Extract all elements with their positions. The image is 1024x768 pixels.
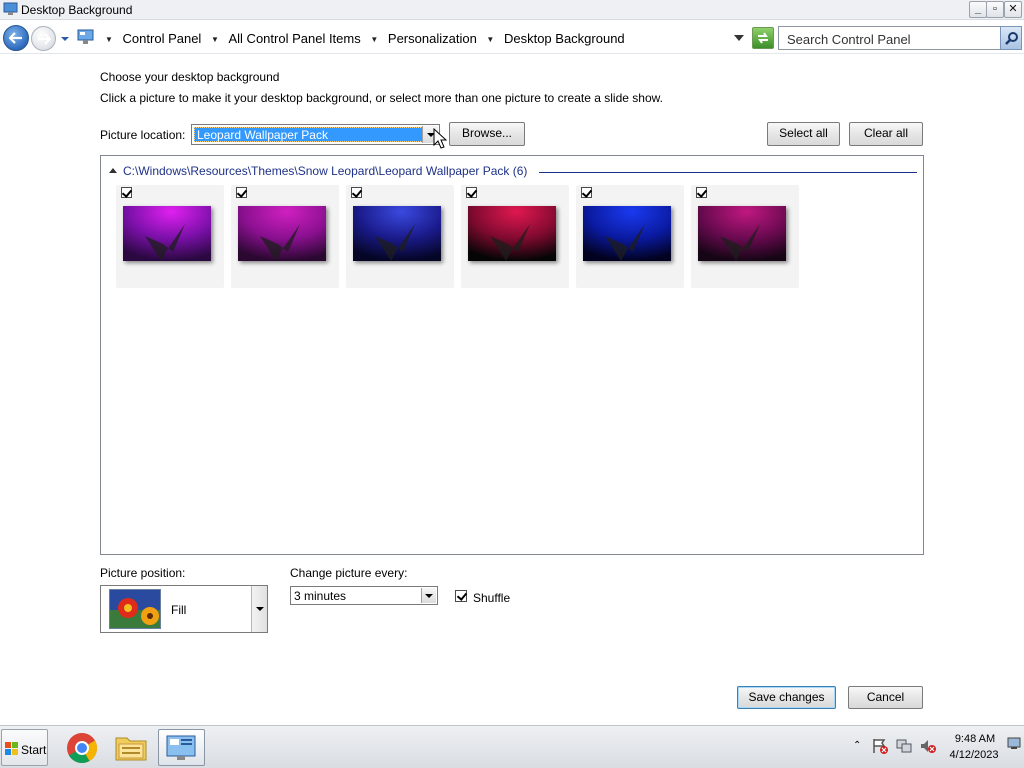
wallpaper-image[interactable] bbox=[583, 206, 671, 261]
forward-button[interactable] bbox=[31, 26, 56, 51]
taskbar-explorer[interactable] bbox=[109, 729, 153, 766]
group-path-label: C:\Windows\Resources\Themes\Snow Leopard… bbox=[123, 164, 534, 178]
chevron-down-icon[interactable] bbox=[251, 586, 267, 632]
taskbar-control-panel[interactable] bbox=[158, 729, 205, 766]
breadcrumb-separator-icon[interactable]: ▼ bbox=[105, 35, 113, 44]
wallpaper-image[interactable] bbox=[468, 206, 556, 261]
wallpaper-image[interactable] bbox=[353, 206, 441, 261]
select-all-button[interactable]: Select all bbox=[767, 122, 840, 146]
search-button[interactable] bbox=[1000, 26, 1022, 50]
recent-pages-dropdown-icon[interactable] bbox=[59, 33, 71, 45]
clear-all-button[interactable]: Clear all bbox=[849, 122, 923, 146]
picture-position-value: Fill bbox=[171, 603, 187, 617]
page-instructions: Click a picture to make it your desktop … bbox=[100, 91, 663, 105]
group-divider bbox=[539, 172, 917, 173]
show-desktop-icon[interactable] bbox=[1007, 736, 1021, 750]
wallpaper-gallery[interactable]: C:\Windows\Resources\Themes\Snow Leopard… bbox=[100, 155, 924, 555]
breadcrumb-all-items[interactable]: All Control Panel Items bbox=[229, 31, 361, 46]
window-title: Desktop Background bbox=[21, 3, 133, 17]
breadcrumb-separator-icon[interactable]: ▼ bbox=[370, 35, 378, 44]
wallpaper-checkbox[interactable] bbox=[696, 187, 707, 198]
wallpaper-thumbnail[interactable] bbox=[691, 185, 799, 288]
search-input[interactable]: Search Control Panel bbox=[778, 26, 1022, 50]
start-button[interactable]: Start bbox=[1, 729, 48, 766]
mouse-cursor-icon bbox=[433, 128, 447, 149]
wallpaper-image[interactable] bbox=[238, 206, 326, 261]
search-placeholder: Search Control Panel bbox=[787, 32, 911, 47]
back-button[interactable] bbox=[3, 25, 29, 51]
change-picture-every-value: 3 minutes bbox=[294, 589, 347, 603]
taskbar-chrome[interactable] bbox=[60, 729, 104, 766]
wallpaper-checkbox[interactable] bbox=[466, 187, 477, 198]
breadcrumb: ▼ Control Panel ▼ All Control Panel Item… bbox=[99, 31, 625, 46]
wallpaper-image[interactable] bbox=[698, 206, 786, 261]
wallpaper-thumbnail[interactable] bbox=[116, 185, 224, 288]
control-panel-app-icon bbox=[3, 2, 18, 15]
windows-logo-icon bbox=[5, 742, 18, 755]
clock-time[interactable]: 9:48 AM bbox=[950, 733, 1000, 745]
minimize-button[interactable]: _ bbox=[969, 1, 987, 18]
address-bar[interactable]: ▼ Control Panel ▼ All Control Panel Item… bbox=[72, 25, 750, 50]
chevron-down-icon[interactable] bbox=[421, 588, 436, 603]
breadcrumb-personalization[interactable]: Personalization bbox=[388, 31, 477, 46]
picture-position-dropdown[interactable]: Fill bbox=[100, 585, 268, 633]
network-icon[interactable] bbox=[896, 737, 914, 755]
wallpaper-thumbnail[interactable] bbox=[346, 185, 454, 288]
wallpaper-thumbnail[interactable] bbox=[231, 185, 339, 288]
wallpaper-thumbnail[interactable] bbox=[576, 185, 684, 288]
cancel-button[interactable]: Cancel bbox=[848, 686, 923, 709]
clock-date[interactable]: 4/12/2023 bbox=[945, 749, 1003, 761]
picture-position-label: Picture position: bbox=[100, 566, 186, 580]
save-changes-button[interactable]: Save changes bbox=[737, 686, 836, 709]
breadcrumb-control-panel[interactable]: Control Panel bbox=[123, 31, 202, 46]
action-center-flag-icon[interactable] bbox=[871, 737, 889, 755]
wallpaper-checkbox[interactable] bbox=[581, 187, 592, 198]
shuffle-label[interactable]: Shuffle bbox=[473, 591, 510, 605]
volume-muted-icon[interactable] bbox=[919, 737, 937, 755]
control-panel-icon bbox=[77, 29, 94, 44]
forward-arrow-icon bbox=[38, 33, 51, 45]
picture-location-dropdown[interactable]: Leopard Wallpaper Pack bbox=[191, 124, 440, 145]
wallpaper-checkbox[interactable] bbox=[351, 187, 362, 198]
picture-location-label: Picture location: bbox=[100, 128, 186, 142]
back-arrow-icon bbox=[9, 32, 22, 44]
group-header[interactable]: C:\Windows\Resources\Themes\Snow Leopard… bbox=[109, 164, 917, 180]
search-icon bbox=[1005, 32, 1018, 45]
navigation-bar: ▼ Control Panel ▼ All Control Panel Item… bbox=[0, 20, 1024, 54]
breadcrumb-desktop-background[interactable]: Desktop Background bbox=[504, 31, 625, 46]
wallpaper-thumbnail[interactable] bbox=[461, 185, 569, 288]
breadcrumb-separator-icon[interactable]: ▼ bbox=[211, 35, 219, 44]
change-picture-every-label: Change picture every: bbox=[290, 566, 408, 580]
taskbar: Start ⌃ 9:48 AM 4/12/2023 bbox=[0, 725, 1024, 768]
refresh-button[interactable] bbox=[752, 27, 774, 49]
address-history-dropdown-icon[interactable] bbox=[733, 33, 745, 43]
maximize-button[interactable]: ▫ bbox=[986, 1, 1004, 18]
page-title: Choose your desktop background bbox=[100, 70, 280, 84]
chrome-icon bbox=[67, 733, 98, 764]
picture-location-value: Leopard Wallpaper Pack bbox=[194, 127, 423, 142]
refresh-icon bbox=[758, 32, 768, 44]
wallpaper-image[interactable] bbox=[123, 206, 211, 261]
close-button[interactable]: ✕ bbox=[1004, 1, 1022, 18]
shuffle-checkbox[interactable] bbox=[455, 590, 467, 602]
show-hidden-icons-button[interactable]: ⌃ bbox=[853, 740, 861, 751]
picture-position-preview-image bbox=[109, 589, 161, 629]
breadcrumb-separator-icon[interactable]: ▼ bbox=[486, 35, 494, 44]
wallpaper-checkbox[interactable] bbox=[236, 187, 247, 198]
browse-button[interactable]: Browse... bbox=[449, 122, 525, 146]
control-panel-icon bbox=[166, 735, 196, 760]
title-bar: Desktop Background _ ▫ ✕ bbox=[0, 0, 1024, 20]
wallpaper-checkbox[interactable] bbox=[121, 187, 132, 198]
start-label: Start bbox=[21, 743, 47, 757]
explorer-folder-icon bbox=[115, 737, 147, 761]
change-picture-every-dropdown[interactable]: 3 minutes bbox=[290, 586, 438, 605]
collapse-triangle-icon[interactable] bbox=[109, 168, 117, 173]
